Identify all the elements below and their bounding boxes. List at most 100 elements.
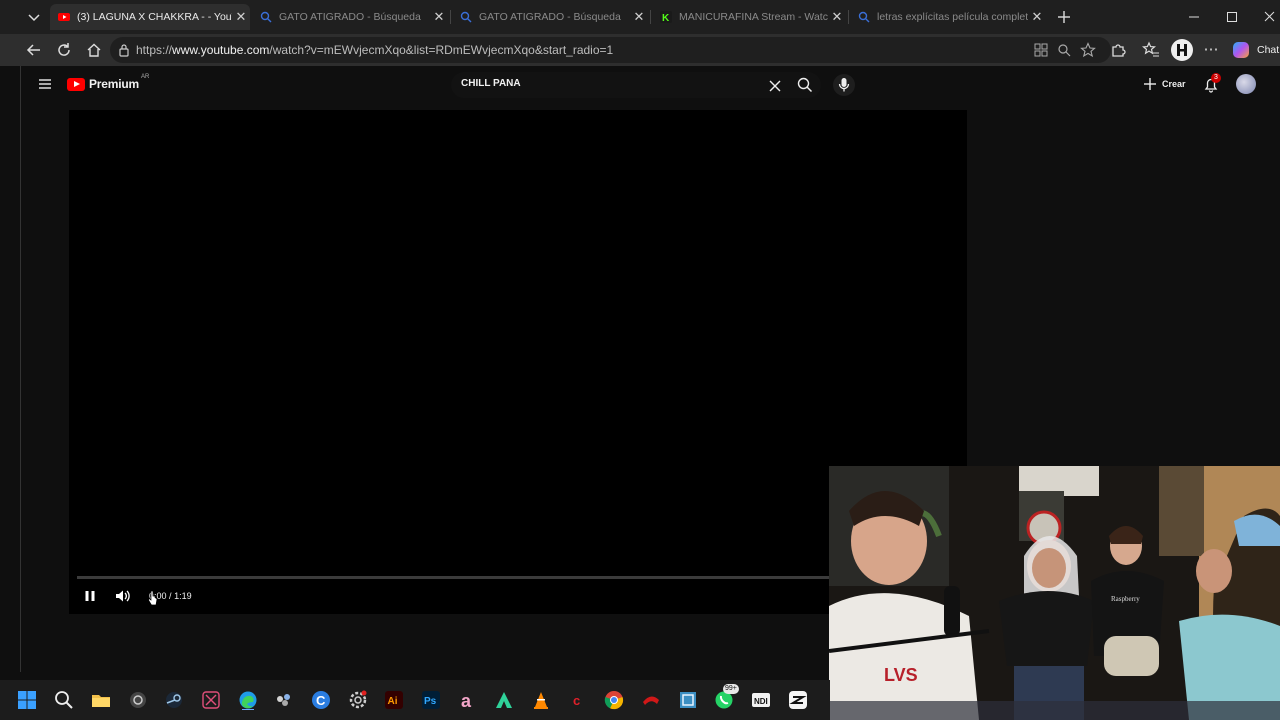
total-time: 1:19 bbox=[174, 591, 192, 601]
youtube-logo-icon bbox=[67, 77, 85, 91]
search-box[interactable]: CHILL PANA bbox=[451, 72, 821, 98]
volume-button[interactable] bbox=[114, 588, 132, 604]
url-prefix: https:// bbox=[136, 43, 173, 57]
url-text[interactable]: https://www.youtube.com/watch?v=mEWvjecm… bbox=[136, 43, 613, 57]
vlc-icon[interactable] bbox=[531, 690, 551, 710]
webcam-overlay: LVS Raspberry bbox=[829, 466, 1280, 720]
microphone-icon bbox=[838, 78, 850, 92]
create-label: Crear bbox=[1162, 79, 1186, 89]
tab-title: (3) LAGUNA X CHAKKRA - - YouTube bbox=[77, 11, 232, 23]
clear-search-icon[interactable] bbox=[769, 79, 781, 92]
country-code: AR bbox=[140, 74, 150, 80]
account-avatar[interactable] bbox=[1236, 74, 1256, 94]
favorite-star-icon[interactable] bbox=[1080, 42, 1096, 58]
app-available-icon[interactable] bbox=[1034, 43, 1048, 57]
search-input[interactable]: CHILL PANA bbox=[461, 78, 521, 89]
illustrator-icon[interactable]: Ai bbox=[384, 690, 404, 710]
tab-title: letras explícitas película completa bbox=[877, 11, 1028, 23]
youtube-premium-logo[interactable]: Premium AR bbox=[67, 74, 150, 92]
search-icon[interactable] bbox=[54, 690, 74, 710]
taskbar: C Ai Ps a c 99+ NDI bbox=[0, 680, 830, 720]
notification-badge: 3 bbox=[1211, 73, 1221, 83]
profile-avatar[interactable] bbox=[1171, 39, 1193, 61]
search-button[interactable] bbox=[797, 77, 813, 93]
tab-search-2[interactable]: GATO ATIGRADO - Búsqueda ✕ bbox=[452, 4, 648, 30]
favorites-icon[interactable] bbox=[1141, 41, 1160, 59]
obs-icon[interactable] bbox=[128, 690, 148, 710]
notifications-button[interactable]: 3 bbox=[1202, 73, 1222, 95]
url-path: /watch?v=mEWvjecmXqo&list=RDmEWvjecmXqo&… bbox=[269, 43, 614, 57]
svg-text:C: C bbox=[316, 693, 326, 708]
close-icon[interactable]: ✕ bbox=[232, 9, 250, 25]
pause-icon bbox=[85, 591, 95, 601]
whatsapp-badge: 99+ bbox=[723, 684, 739, 694]
voice-search-button[interactable] bbox=[833, 74, 855, 96]
svg-text:a: a bbox=[461, 691, 472, 710]
zoom-icon[interactable] bbox=[1057, 43, 1071, 57]
photoshop-icon[interactable]: Ps bbox=[421, 690, 441, 710]
close-icon[interactable]: ✕ bbox=[430, 9, 448, 25]
tab-youtube[interactable]: (3) LAGUNA X CHAKKRA - - YouTube ✕ bbox=[50, 4, 250, 30]
capcut-editor-icon[interactable] bbox=[788, 690, 808, 710]
extensions-icon[interactable] bbox=[1109, 41, 1127, 59]
tab-search-3[interactable]: letras explícitas película completa ✕ bbox=[850, 4, 1046, 30]
navigation-bar: https://www.youtube.com/watch?v=mEWvjecm… bbox=[0, 34, 1280, 66]
app-cube-icon[interactable] bbox=[678, 690, 698, 710]
capcut-icon[interactable] bbox=[201, 690, 221, 710]
svg-text:Ai: Ai bbox=[388, 696, 398, 707]
reload-icon[interactable] bbox=[55, 41, 73, 59]
tab-kick-stream[interactable]: K MANICURAFINA Stream - Watch Free ✕ bbox=[652, 4, 846, 30]
windows-start-icon[interactable] bbox=[17, 690, 37, 710]
svg-text:c: c bbox=[573, 693, 580, 708]
home-icon[interactable] bbox=[85, 41, 103, 59]
svg-text:Ps: Ps bbox=[424, 696, 437, 707]
search-icon bbox=[858, 11, 870, 23]
tab-title: GATO ATIGRADO - Búsqueda bbox=[279, 11, 421, 23]
svg-text:NDI: NDI bbox=[754, 697, 768, 706]
new-tab-button[interactable] bbox=[1054, 7, 1074, 27]
window-close-icon[interactable] bbox=[1260, 8, 1280, 26]
clipchamp-icon[interactable]: C bbox=[311, 690, 331, 710]
more-options-icon[interactable]: ⋯ bbox=[1202, 41, 1220, 59]
lock-icon[interactable] bbox=[118, 43, 130, 57]
app-red-c-icon[interactable]: c bbox=[568, 690, 588, 710]
address-bar[interactable]: https://www.youtube.com/watch?v=mEWvjecm… bbox=[110, 37, 1111, 63]
hamburger-menu-icon[interactable] bbox=[38, 77, 52, 91]
close-icon[interactable]: ✕ bbox=[1028, 9, 1046, 25]
pause-button[interactable] bbox=[83, 589, 97, 603]
tab-search-1[interactable]: GATO ATIGRADO - Búsqueda ✕ bbox=[252, 4, 448, 30]
whatsapp-button[interactable]: 99+ bbox=[714, 684, 739, 712]
progress-bar[interactable] bbox=[77, 576, 959, 579]
search-icon bbox=[460, 11, 472, 23]
copilot-chat-button[interactable]: Chat bbox=[1232, 40, 1280, 60]
mouse-cursor bbox=[148, 590, 158, 606]
copilot-icon bbox=[1233, 42, 1249, 58]
plus-icon bbox=[1144, 78, 1156, 90]
edge-browser-icon[interactable] bbox=[238, 690, 258, 710]
close-icon[interactable]: ✕ bbox=[630, 9, 648, 25]
davinci-resolve-icon[interactable] bbox=[274, 690, 294, 710]
chrome-icon[interactable] bbox=[604, 690, 624, 710]
tab-actions-chevron-icon[interactable] bbox=[24, 8, 44, 26]
svg-text:Raspberry: Raspberry bbox=[1111, 595, 1140, 603]
steam-icon[interactable] bbox=[164, 690, 184, 710]
maximize-icon[interactable] bbox=[1222, 8, 1242, 26]
ndi-icon[interactable]: NDI bbox=[751, 690, 771, 710]
svg-text:K: K bbox=[662, 13, 670, 23]
kick-icon: K bbox=[660, 11, 672, 23]
create-button[interactable]: Crear bbox=[1143, 75, 1187, 93]
app-a-pink-icon[interactable]: a bbox=[458, 690, 478, 710]
back-arrow-icon[interactable] bbox=[25, 41, 43, 59]
close-icon[interactable]: ✕ bbox=[828, 9, 846, 25]
settings-icon[interactable] bbox=[348, 690, 368, 710]
file-explorer-icon[interactable] bbox=[91, 690, 111, 710]
url-host: www.youtube.com bbox=[172, 43, 270, 57]
search-icon bbox=[797, 77, 813, 93]
minimize-icon[interactable] bbox=[1184, 8, 1204, 26]
tab-strip: (3) LAGUNA X CHAKKRA - - YouTube ✕ GATO … bbox=[0, 0, 1280, 34]
youtube-icon bbox=[58, 13, 70, 21]
app-red-logo-icon[interactable] bbox=[641, 690, 661, 710]
tab-title: GATO ATIGRADO - Búsqueda bbox=[479, 11, 621, 23]
svg-text:LVS: LVS bbox=[884, 665, 918, 685]
app-a-green-icon[interactable] bbox=[494, 690, 514, 710]
